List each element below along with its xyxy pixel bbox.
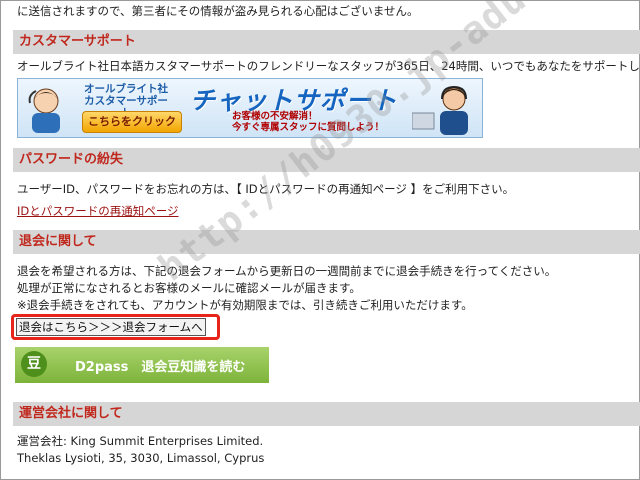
d2pass-banner-text: D2pass 退会豆知識を読む (75, 360, 246, 375)
intro-text: に送信されますので、第三者にその情報が盗み見られる心配はございません。 (17, 4, 419, 18)
bean-icon: 豆 (21, 351, 47, 377)
operator-avatar-icon (28, 88, 60, 133)
withdraw-text-line2: 処理が正常になされるとお客様のメールに確認メールが届きます。 (17, 281, 361, 295)
support-description: オールブライト社日本語カスタマーサポートのフレンドリーなスタッフが365日、24… (17, 59, 640, 73)
withdraw-text-line1: 退会を希望される方は、下記の退会フォームから更新日の一週間前までに退会手続きを行… (17, 264, 557, 278)
chat-click-button[interactable]: こちらをクリック (82, 111, 182, 133)
section-header-company: 運営会社に関して (13, 402, 640, 426)
section-header-support: カスタマーサポート (13, 30, 640, 54)
company-name: 運営会社: King Summit Enterprises Limited. (17, 434, 264, 448)
d2pass-banner[interactable]: 豆 D2pass 退会豆知識を読む (15, 347, 269, 383)
withdraw-text-line3: ※退会手続きをされても、アカウントが有効期限までは、引き続きご利用いただけます。 (17, 298, 473, 312)
chat-brand-line1: オールブライト社 (84, 83, 168, 95)
withdraw-form-button[interactable]: 退会はこちら＞＞＞退会フォームへ (16, 318, 206, 336)
section-header-withdraw: 退会に関して (13, 230, 640, 254)
company-address: Theklas Lysioti, 35, 3030, Limassol, Cyp… (17, 451, 265, 465)
password-reset-link[interactable]: IDとパスワードの再通知ページ (17, 203, 179, 219)
